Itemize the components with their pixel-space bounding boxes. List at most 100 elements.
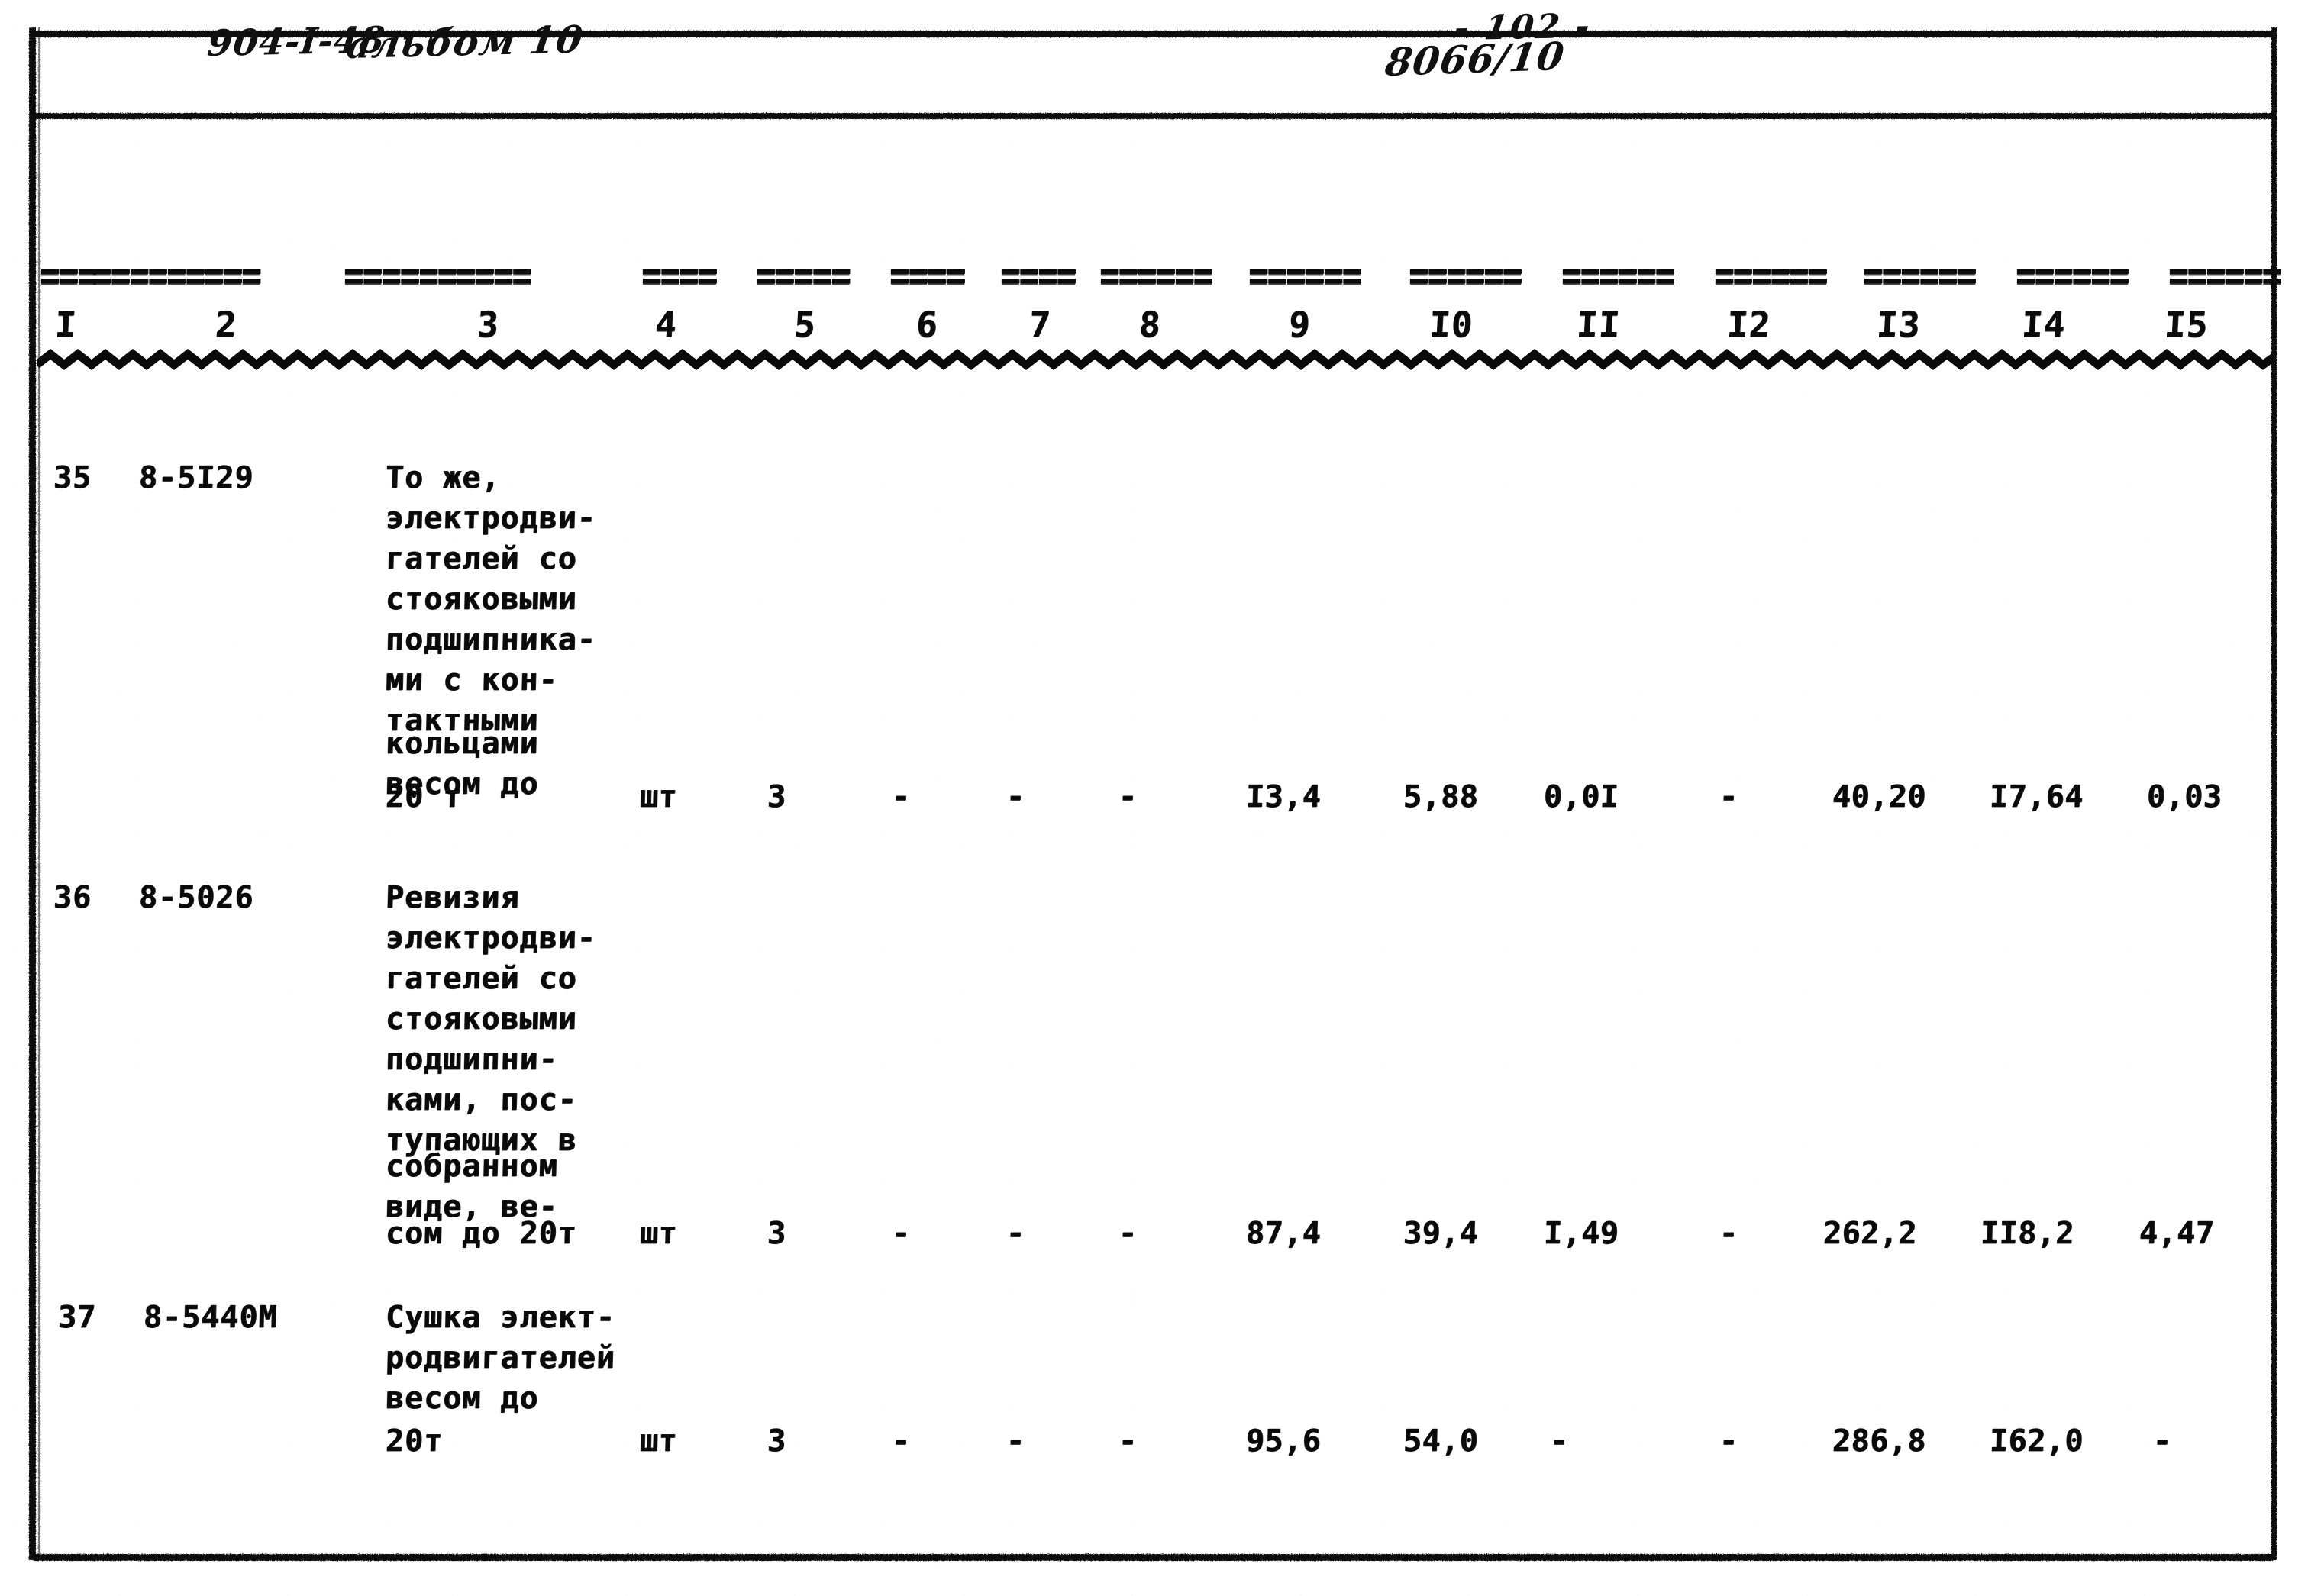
column-header-9: 9 (1287, 304, 1312, 345)
row-36-col-10: 39,4 (1403, 1216, 1479, 1251)
row-37-norm-code: 8-5440М (143, 1300, 279, 1335)
column-header-13: I3 (1875, 304, 1922, 345)
row-35-description-line-4: стояковыми (385, 582, 578, 617)
row-35-col-15: 0,03 (2146, 779, 2222, 814)
column-header-3: 3 (476, 304, 501, 345)
separator-seg-10: ====== (1409, 251, 1522, 301)
row-35-description-line-5: подшипника- (385, 622, 597, 657)
row-37-description-line-4: 20т (385, 1424, 444, 1459)
separator-seg-5: ===== (756, 251, 851, 301)
separator-seg-8: ====== (1099, 251, 1213, 301)
separator-seg-13: ====== (1863, 251, 1977, 301)
row-36-col-14: II8,2 (1980, 1216, 2075, 1251)
row-37-position-number: 37 (57, 1300, 97, 1335)
row-37-description-line-3: весом до (385, 1381, 540, 1416)
separator-seg-14: ====== (2016, 251, 2129, 301)
row-36-norm-code: 8-5026 (138, 880, 255, 915)
row-37-col-6: - (891, 1424, 912, 1459)
row-35-description-line-10: 20 т (385, 779, 463, 814)
row-35-norm-code: 8-5I29 (138, 460, 255, 495)
row-35-col-7: - (1006, 779, 1026, 814)
row-36-col-12: - (1719, 1216, 1739, 1251)
row-35-description-line-8: кольцами (385, 726, 540, 761)
row-35-description-line-2: электродви- (385, 501, 597, 536)
frame-bottom-rule (34, 1554, 2274, 1561)
separator-seg-4: ==== (641, 251, 718, 301)
row-35-unit: шт (639, 779, 678, 814)
row-35-col-12: - (1719, 779, 1739, 814)
row-35-description-line-6: ми с кон- (385, 663, 559, 698)
header-zigzag-rule (37, 349, 2274, 370)
row-35-col-14: I7,64 (1989, 779, 2084, 814)
row-37-description-line-1: Сушка элект- (385, 1300, 616, 1335)
column-header-5: 5 (792, 304, 818, 345)
separator-seg-11: ====== (1561, 251, 1675, 301)
row-36-quantity: 3 (767, 1216, 787, 1251)
column-header-4: 4 (654, 304, 679, 345)
row-36-col-13: 262,2 (1822, 1216, 1918, 1251)
row-37-col-9: 95,6 (1245, 1424, 1322, 1459)
row-37-col-7: - (1006, 1424, 1026, 1459)
row-36-description-line-4: стояковыми (385, 1001, 578, 1037)
row-36-description-line-5: подшипни- (385, 1042, 559, 1077)
row-37-unit: шт (639, 1424, 678, 1459)
separator-seg-1: === (40, 251, 97, 301)
row-37-col-10: 54,0 (1403, 1424, 1479, 1459)
separator-seg-7: ==== (1000, 251, 1077, 301)
row-37-col-14: I62,0 (1989, 1424, 2084, 1459)
row-36-description-line-10: сом до 20т (385, 1216, 578, 1251)
row-37-col-13: 286,8 (1832, 1424, 1927, 1459)
document-stamp-handwritten: 8066/10 (1382, 33, 1568, 85)
frame-left-border (29, 27, 36, 1560)
separator-seg-12: ====== (1714, 251, 1828, 301)
row-36-description-line-6: ками, пос- (385, 1082, 578, 1117)
row-35-col-6: - (891, 779, 912, 814)
row-35-position-number: 35 (53, 460, 92, 495)
row-36-col-15: 4,47 (2139, 1216, 2215, 1251)
row-36-col-7: - (1006, 1216, 1026, 1251)
row-35-col-9: I3,4 (1245, 779, 1322, 814)
column-header-8: 8 (1138, 304, 1163, 345)
separator-seg-9: ====== (1248, 251, 1362, 301)
row-36-col-6: - (891, 1216, 912, 1251)
row-37-quantity: 3 (767, 1424, 787, 1459)
column-header-6: 6 (915, 304, 940, 345)
row-36-col-11: I,49 (1543, 1216, 1619, 1251)
row-36-description-line-1: Ревизия (385, 880, 521, 915)
row-36-description-line-2: электродви- (385, 921, 597, 956)
page-border-frame (0, 0, 2308, 1596)
row-37-description-line-2: родвигателей (385, 1340, 616, 1375)
column-header-11: II (1575, 304, 1622, 345)
separator-seg-3: ========== (344, 251, 532, 301)
row-36-unit: шт (639, 1216, 678, 1251)
row-35-col-8: - (1118, 779, 1138, 814)
row-37-col-15: - (2152, 1424, 2173, 1459)
row-36-description-line-3: гателей со (385, 961, 578, 996)
row-35-col-11: 0,0I (1543, 779, 1619, 814)
column-header-10: I0 (1428, 304, 1474, 345)
row-37-col-11: - (1549, 1424, 1570, 1459)
header-bottom-rule (34, 113, 2275, 119)
row-35-description-line-3: гателей со (385, 541, 578, 576)
column-header-1: I (53, 304, 79, 345)
row-35-col-13: 40,20 (1832, 779, 1927, 814)
row-35-col-10: 5,88 (1403, 779, 1479, 814)
column-header-14: I4 (2020, 304, 2067, 345)
separator-seg-6: ==== (889, 251, 966, 301)
column-separator-dashes: === ========= ========== ==== ===== ====… (0, 255, 2308, 297)
row-36-description-line-8: собранном (385, 1149, 559, 1184)
column-header-12: I2 (1725, 304, 1772, 345)
row-36-col-9: 87,4 (1245, 1216, 1322, 1251)
album-number-handwritten: альбом 10 (344, 17, 586, 68)
column-header-7: 7 (1028, 304, 1053, 345)
row-36-col-8: - (1118, 1216, 1138, 1251)
row-37-col-8: - (1118, 1424, 1138, 1459)
row-35-quantity: 3 (767, 779, 787, 814)
separator-seg-2: ========= (92, 251, 261, 301)
column-header-2: 2 (214, 304, 239, 345)
row-37-col-12: - (1719, 1424, 1739, 1459)
separator-seg-15: ====== (2168, 251, 2282, 301)
row-36-position-number: 36 (53, 880, 92, 915)
row-35-description-line-1: То же, (385, 460, 502, 495)
column-header-15: I5 (2163, 304, 2210, 345)
